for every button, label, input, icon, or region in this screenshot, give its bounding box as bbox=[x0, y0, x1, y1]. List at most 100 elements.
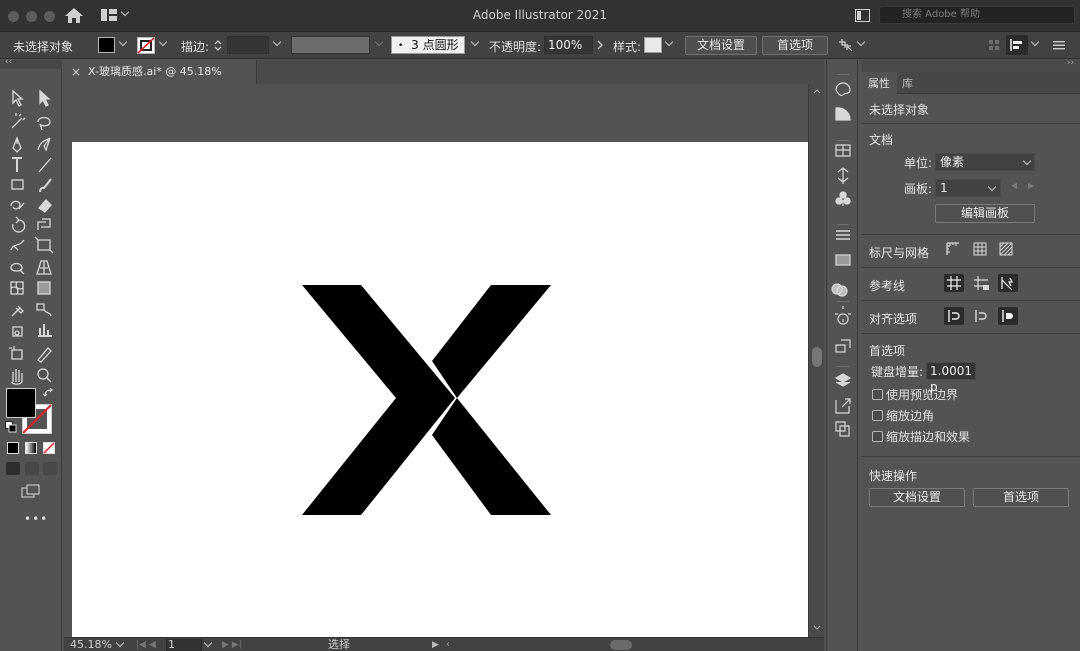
tools-collapse-bar[interactable]: ‹‹ bbox=[0, 57, 62, 69]
zoom-chevron-down-icon[interactable] bbox=[116, 640, 124, 648]
asset-export-panel-icon bbox=[835, 398, 851, 414]
color-guide-panel-icon bbox=[835, 107, 851, 121]
artboard-value: 1 bbox=[940, 181, 948, 195]
stroke-weight-chevron-down-icon[interactable] bbox=[273, 39, 281, 47]
artboard[interactable] bbox=[72, 142, 809, 638]
help-search-input[interactable]: 搜索 Adobe 帮助 bbox=[879, 6, 1075, 24]
artboard-nav-first-icon[interactable]: |◀ ◀ bbox=[136, 638, 156, 651]
artboard-chevron-down-icon[interactable] bbox=[988, 184, 996, 192]
screen-mode-icon[interactable] bbox=[21, 484, 41, 500]
zoom-level[interactable]: 45.18% bbox=[70, 638, 112, 651]
artboard-number-input[interactable]: 1 bbox=[168, 638, 175, 651]
vertical-scroll-thumb[interactable] bbox=[812, 347, 822, 367]
quick-preferences-button[interactable]: 首选项 bbox=[973, 488, 1069, 507]
scale-corners-checkbox[interactable] bbox=[872, 410, 883, 421]
document-tab[interactable]: × X-玻璃质感.ai* @ 45.18% (RGB/预览) bbox=[64, 60, 257, 102]
opacity-arrow-right-icon[interactable] bbox=[597, 40, 603, 50]
brush-dot-icon: • bbox=[398, 41, 404, 51]
mesh-tool-icon bbox=[10, 281, 24, 295]
brush-chevron-down-icon[interactable] bbox=[471, 39, 479, 47]
lock-guides-button[interactable] bbox=[971, 274, 991, 292]
edit-artboards-button[interactable]: 编辑画板 bbox=[935, 204, 1035, 223]
keyboard-increment-input[interactable]: 1.0001 p bbox=[926, 362, 976, 394]
use-preview-bounds-label: 使用预览边界 bbox=[886, 388, 959, 402]
lasso-tool-icon bbox=[37, 116, 51, 131]
draw-behind-button[interactable] bbox=[25, 462, 39, 475]
document-section-title: 文档 bbox=[869, 133, 894, 147]
arrange-chevron-down-icon[interactable] bbox=[857, 39, 865, 47]
default-fill-stroke-icon[interactable] bbox=[5, 421, 17, 433]
status-menu-arrow-icon[interactable]: ▶ bbox=[432, 638, 439, 651]
stroke-label: 描边: bbox=[181, 40, 210, 54]
tab-libraries[interactable]: 库 bbox=[902, 75, 913, 91]
opacity-label: 不透明度: bbox=[489, 40, 542, 54]
draw-inside-button[interactable] bbox=[43, 462, 57, 475]
hamburger-menu-icon[interactable] bbox=[1053, 40, 1065, 50]
eyedropper-tool-icon bbox=[11, 305, 24, 317]
properties-selection-status: 未选择对象 bbox=[869, 103, 930, 117]
magic-wand-tool-icon bbox=[11, 113, 26, 129]
variable-width-profile[interactable] bbox=[291, 36, 370, 54]
gradient-mode-button[interactable] bbox=[25, 442, 37, 454]
show-guides-button[interactable] bbox=[944, 274, 964, 292]
x-left-chevron[interactable] bbox=[302, 285, 455, 515]
profile-chevron-down-icon bbox=[375, 39, 383, 47]
stroke-weight-input[interactable] bbox=[227, 36, 269, 54]
scroll-down-icon[interactable] bbox=[813, 625, 821, 631]
color-panel-icon bbox=[835, 82, 851, 97]
guides-label: 参考线 bbox=[869, 279, 906, 293]
document-setup-button[interactable]: 文档设置 bbox=[685, 36, 757, 55]
stroke-none-swatch[interactable] bbox=[137, 37, 155, 54]
brush-definition-field[interactable]: • 3 点圆形 bbox=[391, 36, 465, 54]
snap-to-pixel-button[interactable] bbox=[971, 307, 991, 325]
x-top-right-stroke[interactable] bbox=[432, 285, 551, 398]
align-to-button[interactable] bbox=[1006, 35, 1028, 55]
scroll-up-icon[interactable] bbox=[813, 88, 821, 94]
transparency-panel-icon bbox=[831, 283, 848, 297]
tab-properties[interactable]: 属性 bbox=[868, 75, 890, 91]
fill-swatch[interactable] bbox=[98, 37, 115, 53]
artboard-chevron-down-icon[interactable] bbox=[204, 640, 212, 648]
arrange-documents-icon[interactable] bbox=[838, 38, 854, 53]
x-artwork[interactable] bbox=[72, 142, 809, 638]
snap-point-icon bbox=[948, 310, 960, 322]
scale-strokes-effects-label: 缩放描边和效果 bbox=[886, 430, 971, 444]
draw-normal-button[interactable] bbox=[6, 462, 20, 475]
rulers-icon[interactable] bbox=[945, 241, 961, 257]
panel-expand-arrows-icon[interactable]: ›› bbox=[1067, 58, 1074, 68]
layers-panel-icon bbox=[834, 373, 852, 387]
edit-toolbar-icon[interactable]: ••• bbox=[24, 512, 48, 526]
opacity-input[interactable]: 100% bbox=[544, 36, 593, 54]
artboard-nav-last-icon[interactable]: ▶ ▶| bbox=[222, 638, 242, 651]
none-mode-button[interactable] bbox=[43, 442, 55, 454]
transparency-grid-icon[interactable] bbox=[998, 241, 1014, 257]
panel-layout-icon[interactable] bbox=[855, 9, 870, 22]
hscroll-left-icon[interactable]: ‹ bbox=[446, 638, 450, 651]
smart-guides-button[interactable] bbox=[998, 274, 1018, 292]
x-bottom-right-stroke[interactable] bbox=[432, 398, 551, 515]
quick-actions-section-title: 快速操作 bbox=[869, 469, 918, 483]
vertical-scrollbar[interactable] bbox=[808, 84, 824, 637]
scale-strokes-effects-checkbox[interactable] bbox=[872, 431, 883, 442]
snap-to-point-button[interactable] bbox=[944, 307, 964, 325]
quick-document-setup-button[interactable]: 文档设置 bbox=[869, 488, 965, 507]
snap-to-glyph-button[interactable] bbox=[998, 307, 1018, 325]
fill-color-box[interactable] bbox=[6, 388, 36, 418]
graphic-style-swatch[interactable] bbox=[644, 37, 662, 53]
horizontal-scroll-thumb[interactable] bbox=[610, 640, 632, 650]
stroke-stepper-icon[interactable] bbox=[214, 39, 222, 52]
preferences-button[interactable]: 首选项 bbox=[762, 36, 828, 55]
stroke-chevron-down-icon[interactable] bbox=[159, 39, 167, 47]
slice-tool-icon bbox=[37, 347, 52, 363]
close-tab-icon[interactable]: × bbox=[71, 60, 81, 84]
color-mode-button[interactable] bbox=[7, 442, 19, 454]
style-chevron-down-icon[interactable] bbox=[665, 39, 673, 47]
use-preview-bounds-checkbox[interactable] bbox=[872, 389, 883, 400]
units-chevron-down-icon[interactable] bbox=[1023, 158, 1031, 166]
units-dropdown[interactable]: 像素 bbox=[935, 153, 1035, 171]
swap-fill-stroke-icon[interactable] bbox=[43, 388, 55, 400]
fill-chevron-down-icon[interactable] bbox=[119, 39, 127, 47]
symbol-sprayer-tool-icon bbox=[12, 326, 23, 337]
align-chevron-down-icon[interactable] bbox=[1031, 39, 1039, 47]
grid-icon[interactable] bbox=[972, 241, 988, 257]
